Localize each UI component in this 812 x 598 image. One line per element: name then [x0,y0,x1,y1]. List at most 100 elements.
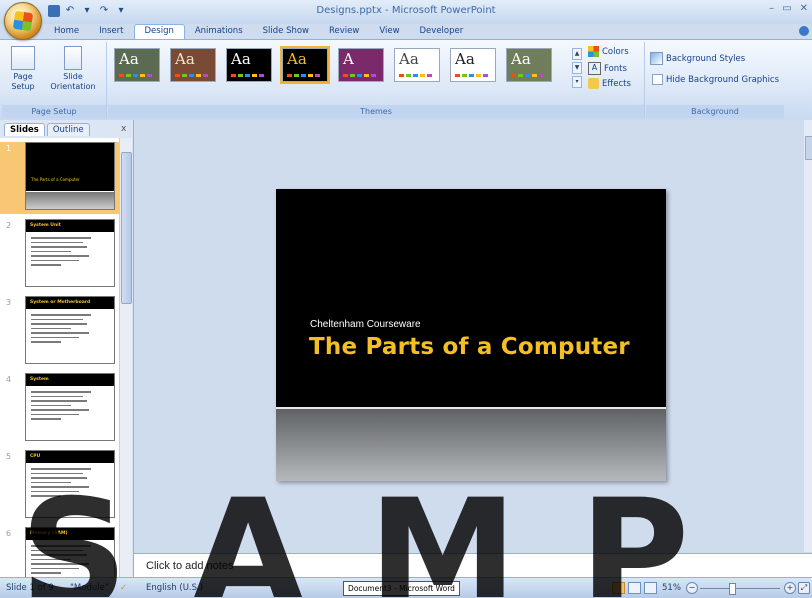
slide-number: 1 [6,144,12,153]
slide-number: 5 [6,452,12,461]
maximize-icon[interactable]: ▭ [782,3,791,14]
slide-number: 3 [6,298,12,307]
thumbnail-title: Memory (RAM) [30,531,68,536]
office-button[interactable] [4,2,42,40]
pane-scrollbar[interactable] [119,138,132,577]
slide-title[interactable]: The Parts of a Computer [309,334,630,360]
editor-scrollbar[interactable] [804,120,812,552]
thumbnail-header: System Unit [26,220,114,232]
theme-thumbnail[interactable]: Aa [114,48,160,82]
theme-color-bars [343,74,376,77]
slide-thumbnail[interactable]: System Unit [25,219,115,287]
theme-thumbnail[interactable]: Aa [450,48,496,82]
zoom-in-icon[interactable]: + [784,582,796,594]
themes-group: Aa Aa Aa Aa A Aa Aa Aa ▲ ▼ ▾ Colors A Fonts Eff… [108,42,645,118]
zoom-level[interactable]: 51% [662,583,681,593]
theme-sample-text: Aa [175,50,195,68]
theme-thumbnail[interactable]: Aa [226,48,272,82]
tab-review[interactable]: Review [319,24,369,40]
theme-thumbnail[interactable]: Aa [280,46,330,84]
tab-home[interactable]: Home [44,24,89,40]
ribbon: Page Setup Slide Orientation Page Setup … [0,39,812,121]
colors-button[interactable]: Colors [588,46,629,57]
gallery-more-icon[interactable]: ▾ [572,76,582,88]
slide-show-view-icon[interactable] [644,582,657,594]
page-setup-group: Page Setup Slide Orientation Page Setup [2,42,107,118]
slide-subtitle[interactable]: Cheltenham Courseware [310,319,421,330]
effects-button[interactable]: Effects [588,78,631,89]
slide-thumbnail[interactable]: System or Motherboard [25,296,115,364]
theme-thumbnail[interactable]: Aa [506,48,552,82]
fit-slide-icon[interactable]: ⤢ [798,582,810,594]
slide-sorter-view-icon[interactable] [628,582,641,594]
slide-thumbnail-row[interactable]: 4 System [0,373,119,445]
taskbar-word-document[interactable]: Document3 - Microsoft Word [343,581,460,596]
fonts-button[interactable]: A Fonts [588,62,627,75]
close-icon[interactable]: ✕ [800,3,808,14]
slide-number: 6 [6,529,12,538]
help-icon[interactable] [799,26,809,36]
thumbnail-header: System [26,374,114,386]
thumbnail-band [26,191,114,209]
slide-footer-band [276,407,666,481]
zoom-slider-track[interactable] [700,588,780,589]
tab-view[interactable]: View [369,24,409,40]
notes-pane[interactable]: Click to add notes [134,553,812,578]
window-controls: – ▭ ✕ [769,3,808,14]
ribbon-tabs: Home Insert Design Animations Slide Show… [44,24,473,40]
tab-animations[interactable]: Animations [185,24,253,40]
slide-orientation-icon [64,46,82,70]
theme-sample-text: Aa [287,50,307,68]
tab-outline[interactable]: Outline [46,123,90,136]
colors-label: Colors [602,46,629,57]
hide-background-checkbox[interactable] [652,74,663,85]
effects-label: Effects [602,78,631,89]
theme-color-bars [231,74,264,77]
normal-view-icon[interactable] [612,582,625,594]
pane-scroll-thumb[interactable] [121,152,132,304]
slide-thumbnail-row[interactable]: 3 System or Motherboard [0,296,119,368]
theme-name: "Module" [70,583,109,593]
editor-scroll-thumb[interactable] [805,136,812,160]
slide-thumbnail-row[interactable]: 2 System Unit [0,219,119,291]
slide-thumbnail[interactable]: The Parts of a Computer [25,142,115,210]
slide-thumbnail-row[interactable]: 5 CPU [0,450,119,522]
background-group-label: Background [646,105,784,118]
language[interactable]: English (U.S.) [146,583,203,593]
page-setup-button[interactable]: Page Setup [6,46,40,92]
thumbnail-header: System or Motherboard [26,297,114,309]
theme-thumbnail[interactable]: Aa [394,48,440,82]
slide-thumbnail-row[interactable]: 1 The Parts of a Computer [0,142,119,214]
status-bar: Slide 1 of 9 "Module" ✓ English (U.S.) D… [0,577,812,598]
title-bar: ↶ ▾ ↷ ▾ Designs.pptx - Microsoft PowerPo… [0,0,812,24]
slide-thumbnail-row[interactable]: 6 Memory (RAM) [0,527,119,577]
tab-slide-show[interactable]: Slide Show [253,24,319,40]
current-slide[interactable]: Cheltenham Courseware The Parts of a Com… [276,189,666,481]
slide-thumbnail[interactable]: System [25,373,115,441]
hide-background-graphics[interactable]: Hide Background Graphics [652,74,779,85]
slide-orientation-button[interactable]: Slide Orientation [44,46,102,92]
tab-slides[interactable]: Slides [4,123,45,136]
pane-tabs: Slides Outline [4,123,90,136]
tab-developer[interactable]: Developer [410,24,474,40]
slide-thumbnail[interactable]: CPU [25,450,115,518]
zoom-out-icon[interactable]: − [686,582,698,594]
minimize-icon[interactable]: – [769,3,774,14]
tab-design[interactable]: Design [133,24,185,40]
zoom-slider-knob[interactable] [729,583,736,595]
theme-thumbnail[interactable]: A [338,48,384,82]
slides-pane: Slides Outline x 1 The Parts of a Compute… [0,120,134,577]
thumbnail-body-lines [31,237,91,269]
themes-group-label: Themes [108,105,644,118]
tab-insert[interactable]: Insert [89,24,133,40]
hide-background-label: Hide Background Graphics [666,74,780,85]
slide-editor: Cheltenham Courseware The Parts of a Com… [134,120,804,552]
gallery-down-icon[interactable]: ▼ [572,62,582,74]
spelling-check-icon[interactable]: ✓ [120,583,127,593]
page-setup-label: Page Setup [11,72,35,91]
gallery-up-icon[interactable]: ▲ [572,48,582,60]
slide-thumbnail[interactable]: Memory (RAM) [25,527,115,577]
pane-close-icon[interactable]: x [121,124,126,134]
background-styles-button[interactable]: Background Styles [650,52,745,65]
theme-thumbnail[interactable]: Aa [170,48,216,82]
